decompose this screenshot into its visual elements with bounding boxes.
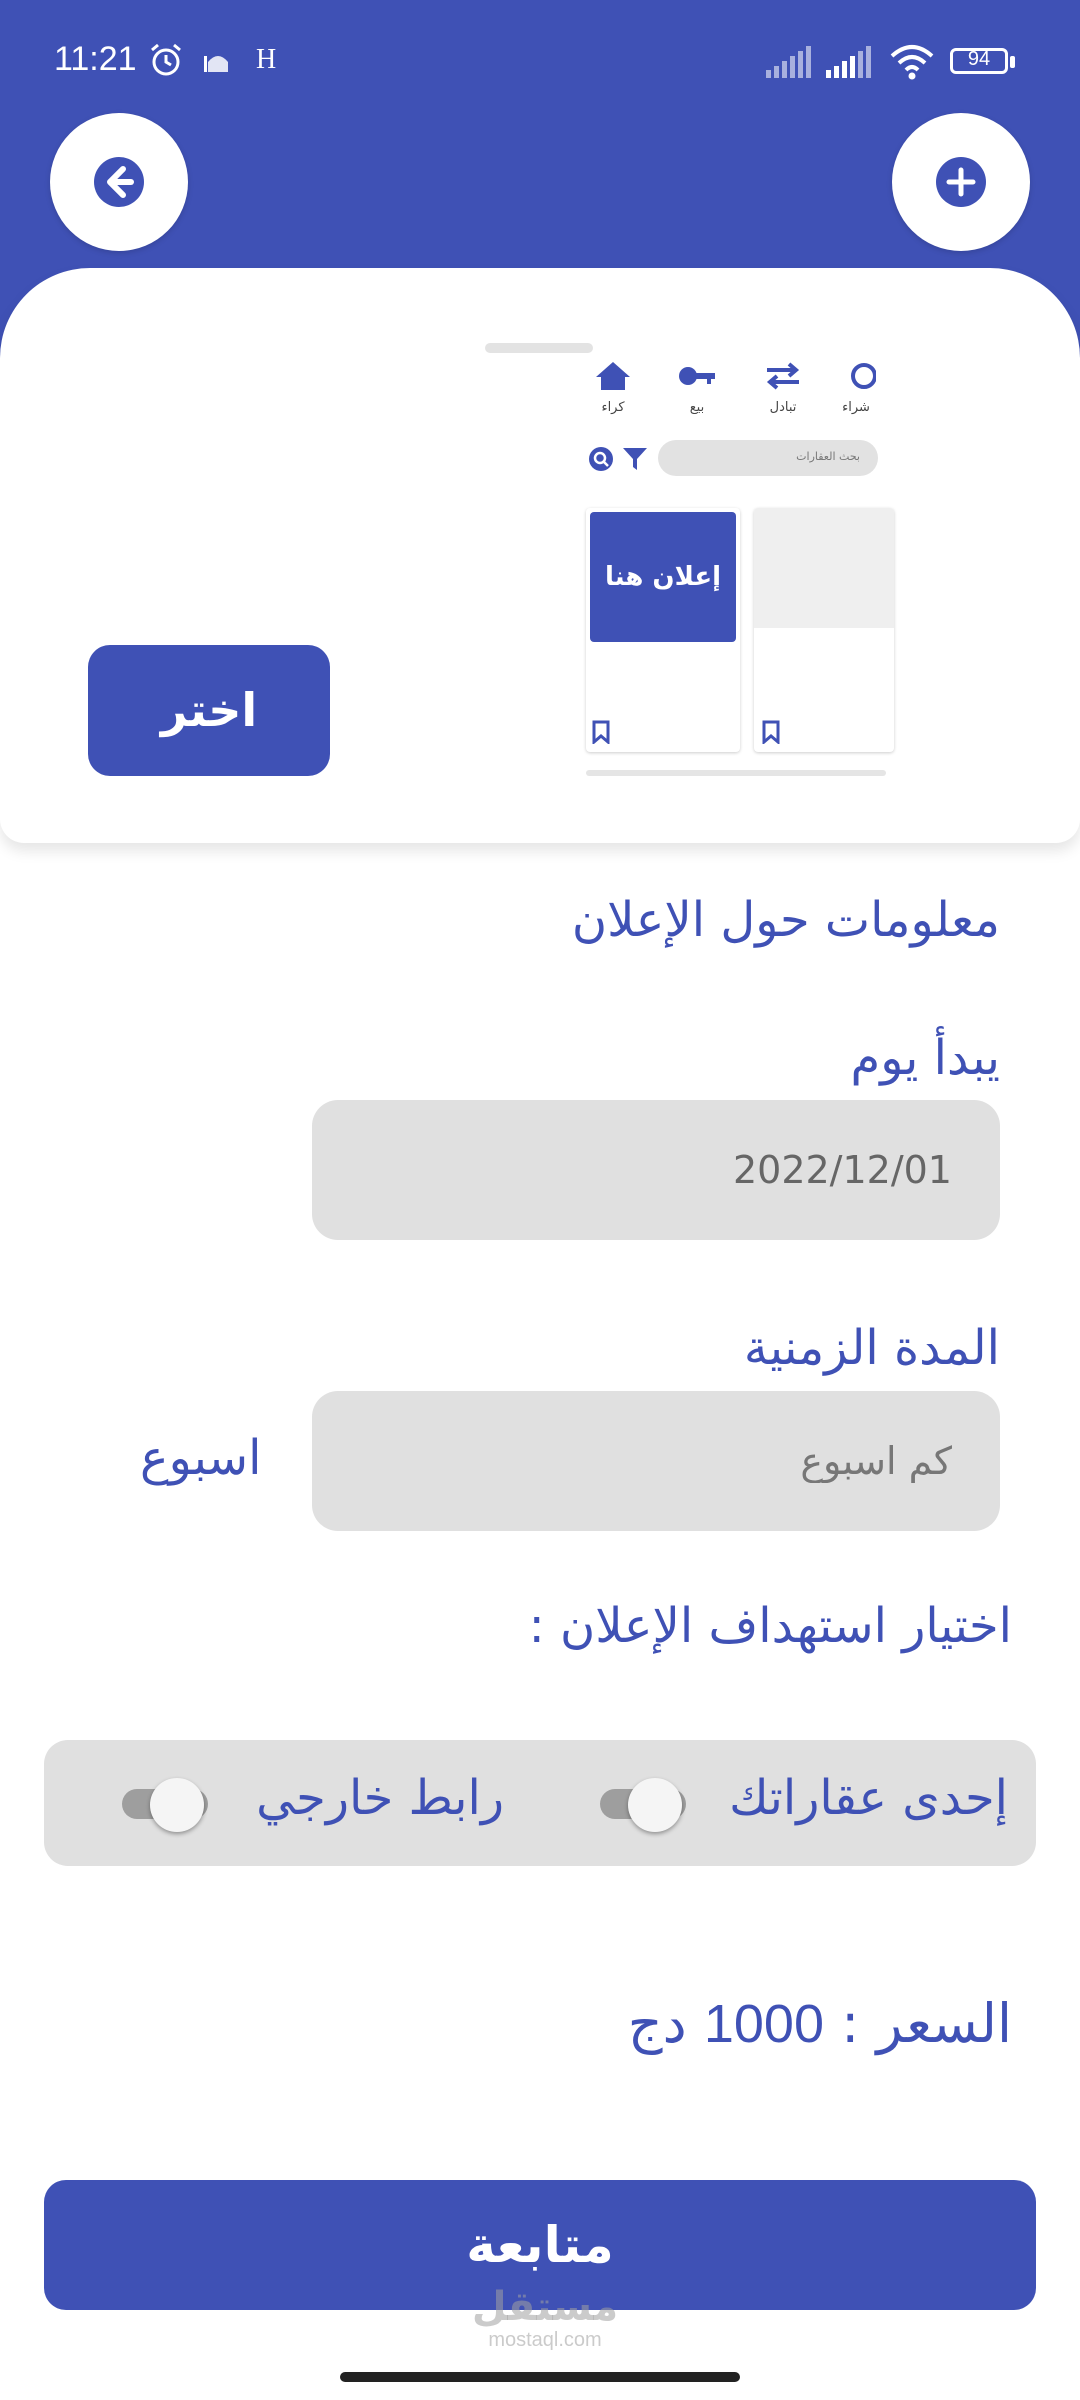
status-bar: 11:21 H 94 — [0, 0, 1080, 120]
my-properties-toggle[interactable] — [600, 1778, 692, 1832]
add-button[interactable] — [892, 113, 1030, 251]
home-icon — [596, 362, 630, 390]
battery-tip — [1010, 56, 1015, 68]
battery-icon: 94 — [950, 48, 1008, 74]
plus-circle-icon — [936, 157, 986, 207]
watermark-latin: mostaql.com — [488, 2329, 602, 2351]
price-amount: 1000 — [703, 1994, 824, 2054]
price-currency: دج — [627, 1992, 687, 2055]
status-time: 11:21 — [54, 40, 137, 78]
duration-field[interactable] — [312, 1391, 1000, 1531]
back-button[interactable] — [50, 113, 188, 251]
mosque-icon — [204, 56, 228, 72]
battery-level: 94 — [967, 48, 991, 70]
preview-search-bar: بحث العقارات — [658, 440, 878, 476]
ad-placement-preview: كراء بيع تبادل شراء بحث العقارات إعلان ه… — [485, 340, 894, 780]
preview-nav-exchange: تبادل — [748, 360, 818, 415]
toggle-knob — [628, 1778, 682, 1832]
signal-bars-icon-2 — [826, 46, 871, 78]
bookmark-icon — [762, 720, 780, 744]
choose-button[interactable]: اختر — [88, 645, 330, 776]
duration-unit: اسبوع — [140, 1430, 262, 1486]
preview-nav-rent: كراء — [578, 360, 648, 415]
preview-ad-slot: إعلان هنا — [590, 512, 736, 642]
preview-nav-label: شراء — [842, 400, 870, 415]
start-day-input[interactable] — [312, 1100, 1000, 1240]
section-title: معلومات حول الإعلان — [571, 892, 1000, 948]
price-label: السعر : — [841, 1992, 1012, 2055]
targeting-options: إحدى عقاراتك رابط خارجي — [44, 1740, 1036, 1866]
cart-icon — [851, 363, 877, 389]
start-day-field[interactable] — [312, 1100, 1000, 1240]
preview-nav-label: بيع — [689, 400, 705, 415]
duration-label: المدة الزمنية — [743, 1320, 1000, 1376]
preview-nav-sell: بيع — [662, 360, 732, 415]
arrow-left-circle-icon — [94, 157, 144, 207]
bookmark-icon — [592, 720, 610, 744]
preview-listing-image — [754, 508, 894, 628]
toggle-knob — [150, 1778, 204, 1832]
alarm-icon — [151, 43, 181, 76]
preview-listing-card-2 — [754, 508, 894, 752]
watermark-logo: مستقل mostaql.com — [470, 2285, 620, 2352]
signal-bars-icon — [766, 46, 811, 78]
scroll-indicator — [485, 343, 593, 353]
search-icon — [589, 447, 613, 471]
preview-nav-buy: شراء — [826, 360, 886, 415]
toggle-label-external-link: رابط خارجي — [256, 1770, 504, 1826]
start-day-label: يبدأ يوم — [850, 1030, 1000, 1086]
filter-icon — [623, 448, 647, 470]
preview-nav-label: تبادل — [769, 400, 797, 415]
preview-bottom-edge — [586, 770, 886, 776]
network-type: H — [256, 44, 277, 75]
external-link-toggle[interactable] — [122, 1778, 214, 1832]
home-indicator[interactable] — [340, 2372, 740, 2382]
preview-nav-label: كراء — [601, 400, 625, 415]
duration-input[interactable] — [312, 1391, 1000, 1531]
targeting-label: اختيار استهداف الإعلان : — [528, 1598, 1012, 1654]
price-line: السعر : 1000 دج — [628, 1992, 1012, 2055]
swap-icon — [766, 362, 800, 390]
key-icon — [679, 367, 715, 385]
toggle-label-my-properties: إحدى عقاراتك — [729, 1770, 1008, 1826]
watermark-arabic: مستقل — [471, 2284, 619, 2330]
preview-listing-card: إعلان هنا — [586, 508, 740, 752]
wifi-icon — [890, 45, 934, 80]
